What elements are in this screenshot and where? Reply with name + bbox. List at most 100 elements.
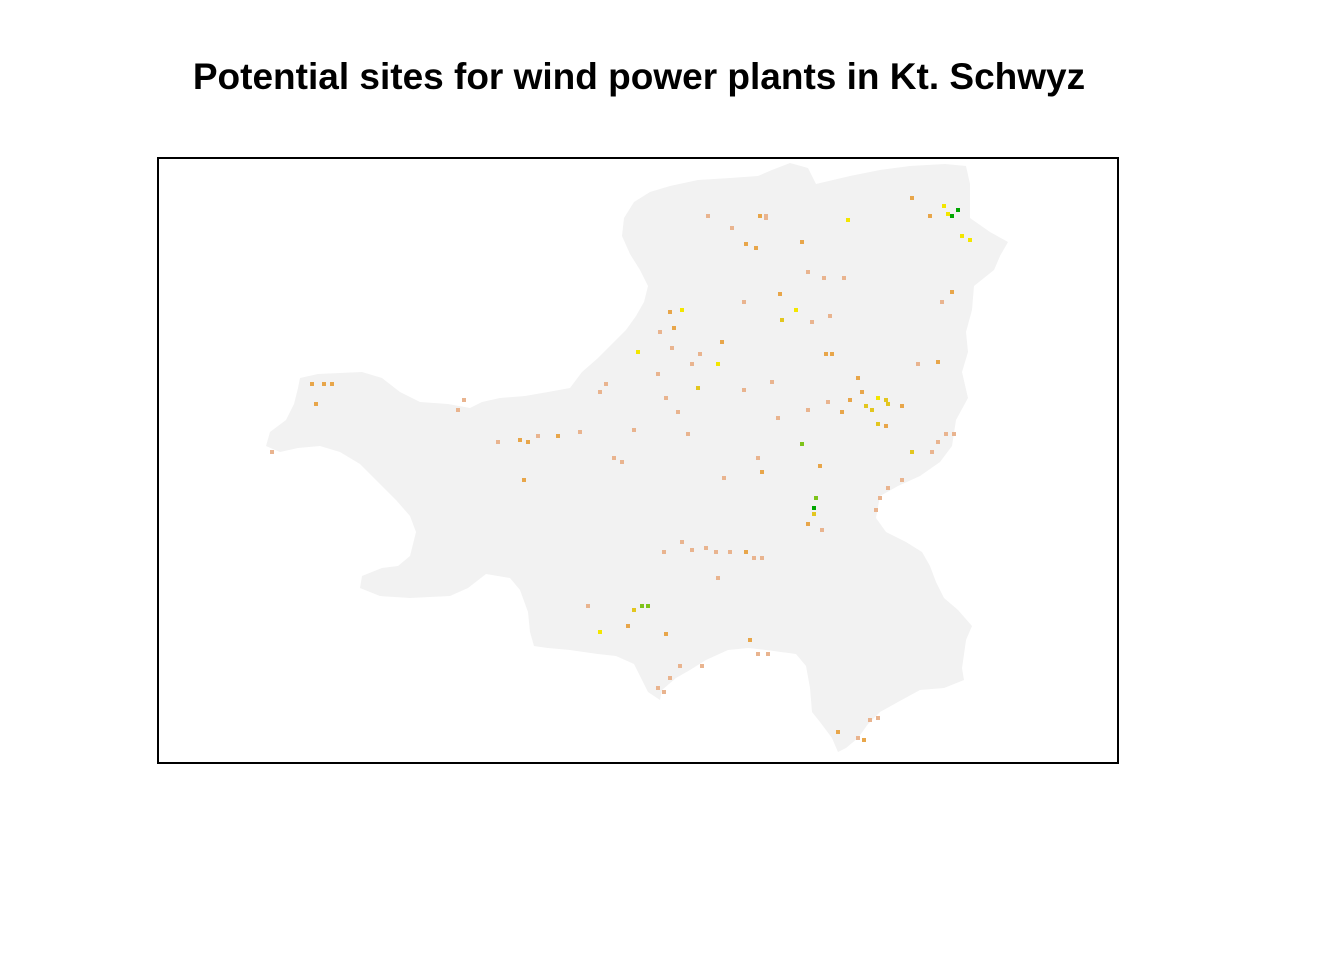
suitability-cell xyxy=(806,270,810,274)
suitability-cell xyxy=(314,402,318,406)
suitability-cell xyxy=(818,464,822,468)
suitability-cell xyxy=(828,314,832,318)
suitability-cell xyxy=(812,506,816,510)
suitability-cell xyxy=(814,496,818,500)
suitability-cell xyxy=(942,204,946,208)
suitability-cell xyxy=(270,450,274,454)
suitability-cell xyxy=(678,664,682,668)
suitability-cell xyxy=(928,214,932,218)
suitability-cell xyxy=(840,410,844,414)
suitability-cell xyxy=(806,408,810,412)
suitability-cell xyxy=(670,346,674,350)
suitability-cell xyxy=(626,624,630,628)
suitability-cell xyxy=(874,508,878,512)
suitability-cell xyxy=(522,478,526,482)
suitability-cell xyxy=(690,362,694,366)
suitability-cell xyxy=(662,550,666,554)
suitability-cell xyxy=(744,550,748,554)
suitability-cell xyxy=(536,434,540,438)
suitability-cell xyxy=(656,372,660,376)
suitability-cell xyxy=(310,382,314,386)
suitability-cell xyxy=(690,548,694,552)
suitability-cell xyxy=(876,716,880,720)
suitability-cell xyxy=(680,308,684,312)
suitability-cell xyxy=(462,398,466,402)
suitability-cell xyxy=(946,212,950,216)
suitability-cell xyxy=(856,376,860,380)
suitability-cell xyxy=(900,404,904,408)
suitability-cell xyxy=(672,326,676,330)
suitability-cell xyxy=(668,310,672,314)
suitability-cell xyxy=(956,208,960,212)
suitability-cell xyxy=(698,352,702,356)
suitability-cell xyxy=(886,486,890,490)
suitability-cell xyxy=(714,550,718,554)
suitability-cell xyxy=(794,308,798,312)
suitability-cell xyxy=(836,730,840,734)
suitability-cell xyxy=(960,234,964,238)
suitability-cell xyxy=(950,290,954,294)
suitability-cell xyxy=(950,214,954,218)
suitability-cell xyxy=(936,440,940,444)
suitability-cell xyxy=(864,404,868,408)
suitability-cell xyxy=(664,632,668,636)
suitability-cell xyxy=(496,440,500,444)
suitability-cell xyxy=(668,676,672,680)
suitability-cell xyxy=(598,390,602,394)
suitability-cell xyxy=(686,432,690,436)
suitability-cell xyxy=(806,522,810,526)
suitability-cell xyxy=(944,432,948,436)
suitability-cell xyxy=(856,736,860,740)
suitability-cell xyxy=(780,318,784,322)
suitability-cell xyxy=(636,350,640,354)
suitability-cell xyxy=(826,400,830,404)
suitability-cell xyxy=(766,652,770,656)
suitability-cell xyxy=(778,292,782,296)
suitability-cell xyxy=(876,422,880,426)
suitability-cell xyxy=(578,430,582,434)
suitability-cell xyxy=(526,440,530,444)
suitability-cell xyxy=(756,456,760,460)
suitability-cell xyxy=(884,424,888,428)
suitability-cell xyxy=(728,550,732,554)
suitability-cell xyxy=(846,218,850,222)
suitability-cell xyxy=(800,442,804,446)
suitability-cell xyxy=(556,434,560,438)
suitability-cell xyxy=(656,686,660,690)
suitability-cell xyxy=(968,238,972,242)
suitability-cell xyxy=(754,246,758,250)
map-canvas xyxy=(266,163,1008,752)
suitability-cell xyxy=(830,352,834,356)
suitability-cell xyxy=(910,196,914,200)
suitability-cell xyxy=(884,398,888,402)
suitability-cell xyxy=(632,608,636,612)
suitability-cell xyxy=(730,226,734,230)
suitability-cell xyxy=(952,432,956,436)
suitability-cell xyxy=(868,718,872,722)
suitability-cell xyxy=(696,386,700,390)
suitability-cell xyxy=(330,382,334,386)
suitability-cell xyxy=(876,396,880,400)
suitability-cell xyxy=(518,438,522,442)
suitability-cell xyxy=(706,214,710,218)
suitability-cell xyxy=(756,652,760,656)
suitability-cell xyxy=(940,300,944,304)
suitability-cell xyxy=(720,340,724,344)
suitability-cell xyxy=(842,276,846,280)
suitability-cell xyxy=(760,556,764,560)
suitability-cell xyxy=(764,216,768,220)
suitability-cell xyxy=(742,388,746,392)
suitability-cell xyxy=(752,556,756,560)
suitability-cell xyxy=(848,398,852,402)
suitability-cell xyxy=(878,496,882,500)
suitability-cell xyxy=(860,390,864,394)
suitability-cell xyxy=(632,428,636,432)
suitability-cell xyxy=(700,664,704,668)
suitability-cell xyxy=(748,638,752,642)
suitability-cell xyxy=(676,410,680,414)
suitability-cell xyxy=(722,476,726,480)
suitability-cell xyxy=(886,402,890,406)
suitability-cell xyxy=(716,576,720,580)
canton-area xyxy=(266,163,1008,752)
suitability-cell xyxy=(744,242,748,246)
